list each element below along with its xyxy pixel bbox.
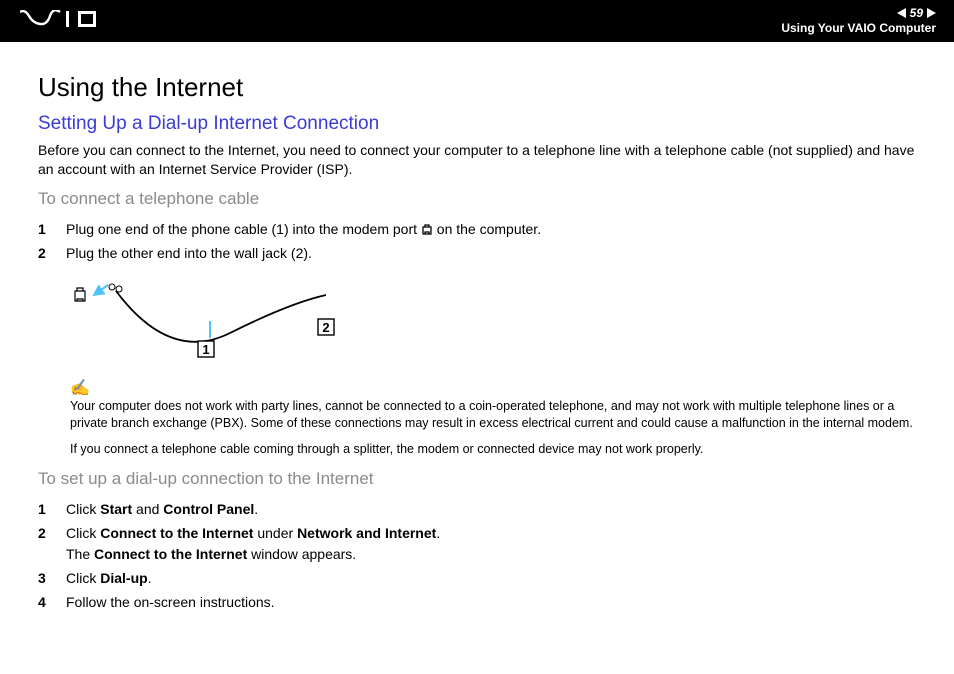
steps-list-2: 1 Click Start and Control Panel. 2 Click… (38, 499, 916, 612)
step-item: 1 Plug one end of the phone cable (1) in… (38, 219, 916, 239)
page-content: Using the Internet Setting Up a Dial-up … (0, 42, 954, 613)
cable-diagram: 1 2 (70, 283, 360, 363)
step-item: 2 Plug the other end into the wall jack … (38, 243, 916, 263)
subsection-title-2: To set up a dial-up connection to the In… (38, 469, 916, 489)
step-item: 3 Click Dial-up. (38, 568, 916, 588)
step-item: 1 Click Start and Control Panel. (38, 499, 916, 519)
step-text: Click Connect to the Internet under Netw… (66, 523, 916, 564)
page-nav: 59 (781, 7, 936, 19)
step-item: 4 Follow the on-screen instructions. (38, 592, 916, 612)
step-number: 1 (38, 499, 66, 519)
breadcrumb: Using Your VAIO Computer (781, 21, 936, 35)
step-number: 4 (38, 592, 66, 612)
section-subtitle: Setting Up a Dial-up Internet Connection (38, 113, 916, 135)
vaio-logo (20, 10, 112, 33)
step-text: Click Dial-up. (66, 568, 916, 588)
step-number: 2 (38, 523, 66, 543)
note-text-2: If you connect a telephone cable coming … (70, 441, 916, 457)
steps-list-1: 1 Plug one end of the phone cable (1) in… (38, 219, 916, 264)
note-pencil-icon: ✍ (70, 378, 916, 398)
step-number: 1 (38, 219, 66, 239)
page-title: Using the Internet (38, 72, 916, 103)
note-block: ✍ Your computer does not work with party… (70, 378, 916, 457)
modem-port-icon (421, 224, 433, 235)
prev-page-arrow-icon[interactable] (897, 8, 906, 18)
step-number: 2 (38, 243, 66, 263)
subsection-title-1: To connect a telephone cable (38, 189, 916, 209)
step-item: 2 Click Connect to the Internet under Ne… (38, 523, 916, 564)
header-right: 59 Using Your VAIO Computer (781, 7, 936, 35)
header-bar: 59 Using Your VAIO Computer (0, 0, 954, 42)
page-number: 59 (910, 7, 923, 19)
step-number: 3 (38, 568, 66, 588)
next-page-arrow-icon[interactable] (927, 8, 936, 18)
step-text: Plug the other end into the wall jack (2… (66, 243, 916, 263)
svg-text:2: 2 (322, 320, 329, 335)
svg-text:1: 1 (202, 342, 209, 357)
note-text-1: Your computer does not work with party l… (70, 398, 916, 431)
intro-paragraph: Before you can connect to the Internet, … (38, 141, 916, 179)
step-text: Follow the on-screen instructions. (66, 592, 916, 612)
step-text: Click Start and Control Panel. (66, 499, 916, 519)
step-text: Plug one end of the phone cable (1) into… (66, 219, 916, 239)
